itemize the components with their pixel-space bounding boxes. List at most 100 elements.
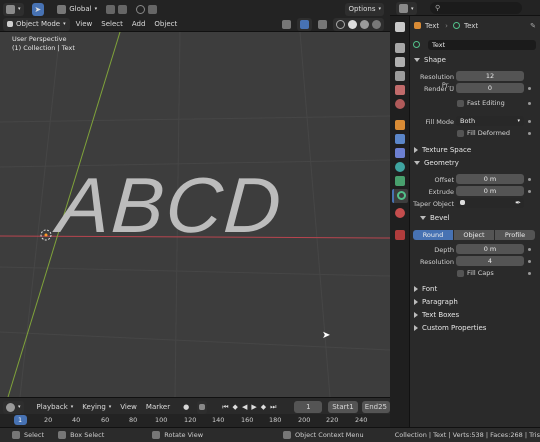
depth-label: Depth [434, 246, 454, 254]
bevel-panel-header[interactable]: Bevel [420, 214, 450, 222]
datablock-name-field[interactable]: Text [428, 40, 536, 50]
animate-dot-icon[interactable] [528, 190, 531, 193]
prev-key-icon[interactable]: ◆ [233, 403, 239, 411]
keying-menu[interactable]: Keying ▾ [79, 401, 114, 414]
marker-menu[interactable]: Marker [143, 401, 173, 414]
fast-editing-checkbox[interactable] [457, 100, 464, 107]
object-origin[interactable] [40, 229, 52, 241]
scene-tab-icon[interactable] [395, 85, 405, 95]
next-key-icon[interactable]: ◆ [261, 403, 267, 411]
jump-end-icon[interactable]: ⏭ [270, 403, 277, 412]
record-icon[interactable]: ● [183, 403, 189, 411]
output-tab-icon[interactable] [395, 57, 405, 67]
material-shading-icon[interactable] [360, 19, 369, 29]
playback-controls[interactable]: ⏮ ◆ ◀ ▶ ◆ ⏭ [219, 401, 280, 414]
rendered-shading-icon[interactable] [372, 19, 381, 29]
animate-dot-icon[interactable] [528, 260, 531, 263]
current-frame-value: 1 [306, 403, 311, 411]
extrude-field[interactable]: 0 m [456, 186, 524, 196]
material-tab-icon[interactable] [395, 208, 405, 218]
play-reverse-icon[interactable]: ◀ [242, 403, 248, 411]
jump-start-icon[interactable]: ⏮ [222, 403, 229, 412]
animate-dot-icon[interactable] [528, 87, 531, 90]
eyedropper-icon[interactable]: ✒ [515, 198, 521, 208]
object-mode-dropdown[interactable]: Object Mode ▾ [3, 17, 70, 31]
bevel-resolution-field[interactable]: 4 [456, 256, 524, 266]
play-icon[interactable]: ▶ [251, 403, 257, 411]
timeline-view-menu[interactable]: View [117, 401, 140, 414]
properties-search-field[interactable]: ⚲ [430, 2, 522, 14]
snap-button[interactable] [103, 3, 130, 16]
options-button[interactable]: Options ▾ [345, 2, 384, 16]
select-tool-button[interactable]: ➤ [31, 2, 45, 16]
timeline-editor-type[interactable]: ▾ [3, 400, 24, 414]
properties-editor-type[interactable]: ▾ [396, 2, 417, 15]
bevel-tab-object[interactable]: Object [454, 230, 494, 240]
taper-object-field[interactable]: ✒ [456, 198, 524, 208]
end-frame-field[interactable]: End 25 [361, 401, 390, 413]
wireframe-shading-icon[interactable] [336, 19, 345, 29]
mouse-left-drag-icon [58, 431, 67, 439]
data-tab-icon[interactable] [392, 189, 408, 203]
resolution-preview-field[interactable]: 12 [456, 71, 524, 81]
bevel-title: Bevel [430, 214, 450, 222]
shading-buttons[interactable] [333, 17, 384, 31]
text-boxes-title: Text Boxes [422, 311, 460, 319]
menu-select[interactable]: Select [98, 18, 126, 31]
fill-caps-checkbox[interactable] [457, 270, 464, 277]
animate-dot-icon[interactable] [528, 178, 531, 181]
start-frame-field[interactable]: Start 1 [328, 401, 358, 413]
render-u-field[interactable]: 0 [456, 83, 524, 93]
bevel-tab-round[interactable]: Round [413, 230, 453, 240]
animate-dot-icon[interactable] [528, 102, 531, 105]
visibility-button[interactable] [279, 18, 294, 31]
tool-tab-icon[interactable] [395, 22, 405, 32]
menu-object[interactable]: Object [151, 18, 180, 31]
custom-properties-panel-header[interactable]: Custom Properties [414, 324, 486, 332]
playback-menu[interactable]: Playback ▾ [34, 401, 77, 414]
editor-type-button[interactable]: ▾ [3, 2, 24, 16]
offset-field[interactable]: 0 m [456, 174, 524, 184]
fill-mode-dropdown[interactable]: Both ▾ [456, 116, 524, 126]
texture-tab-icon[interactable] [395, 230, 405, 240]
animate-dot-icon[interactable] [528, 132, 531, 135]
timeline-header: ▾ Playback ▾ Keying ▾ View Marker ● ⏮ ◆ ◀ … [0, 400, 390, 414]
end-value: 25 [378, 403, 387, 411]
texture-space-panel-header[interactable]: Texture Space [414, 146, 471, 154]
fill-deformed-checkbox[interactable] [457, 130, 464, 137]
menu-view[interactable]: View [73, 18, 96, 31]
world-tab-icon[interactable] [395, 99, 405, 109]
timeline-ruler[interactable]: 1 20 40 60 80 100 120 140 160 180 200 22… [0, 414, 390, 427]
menu-add[interactable]: Add [129, 18, 149, 31]
bevel-tab-profile[interactable]: Profile [495, 230, 535, 240]
animate-dot-icon[interactable] [528, 272, 531, 275]
3d-viewport[interactable]: User Perspective (1) Collection | Text A… [0, 32, 390, 397]
pin-icon[interactable]: ✎ [530, 22, 536, 30]
text-boxes-panel-header[interactable]: Text Boxes [414, 311, 459, 319]
text-object[interactable]: ABCD [55, 161, 286, 249]
view-layer-tab-icon[interactable] [395, 71, 405, 81]
shape-panel-header[interactable]: Shape [414, 56, 446, 64]
font-title: Font [422, 285, 438, 293]
marker-label: Marker [145, 403, 171, 411]
auto-key-button[interactable] [197, 400, 208, 414]
object-tab-icon[interactable] [395, 120, 405, 130]
animate-dot-icon[interactable] [528, 120, 531, 123]
solid-shading-icon[interactable] [348, 19, 357, 29]
constraints-tab-icon[interactable] [395, 176, 405, 186]
font-panel-header[interactable]: Font [414, 285, 437, 293]
depth-field[interactable]: 0 m [456, 244, 524, 254]
render-tab-icon[interactable] [395, 43, 405, 53]
datablock-browse-button[interactable] [413, 39, 427, 50]
proportional-edit-button[interactable] [133, 3, 160, 16]
geometry-panel-header[interactable]: Geometry [414, 159, 459, 167]
gizmo-button[interactable] [297, 17, 312, 31]
transform-pivot-button[interactable]: Global ▾ [54, 3, 100, 16]
particles-tab-icon[interactable] [395, 148, 405, 158]
modifier-tab-icon[interactable] [395, 134, 405, 144]
current-frame-field[interactable]: 1 [294, 401, 323, 413]
paragraph-panel-header[interactable]: Paragraph [414, 298, 458, 306]
animate-dot-icon[interactable] [528, 248, 531, 251]
physics-tab-icon[interactable] [395, 162, 405, 172]
overlay-button[interactable] [315, 18, 330, 31]
